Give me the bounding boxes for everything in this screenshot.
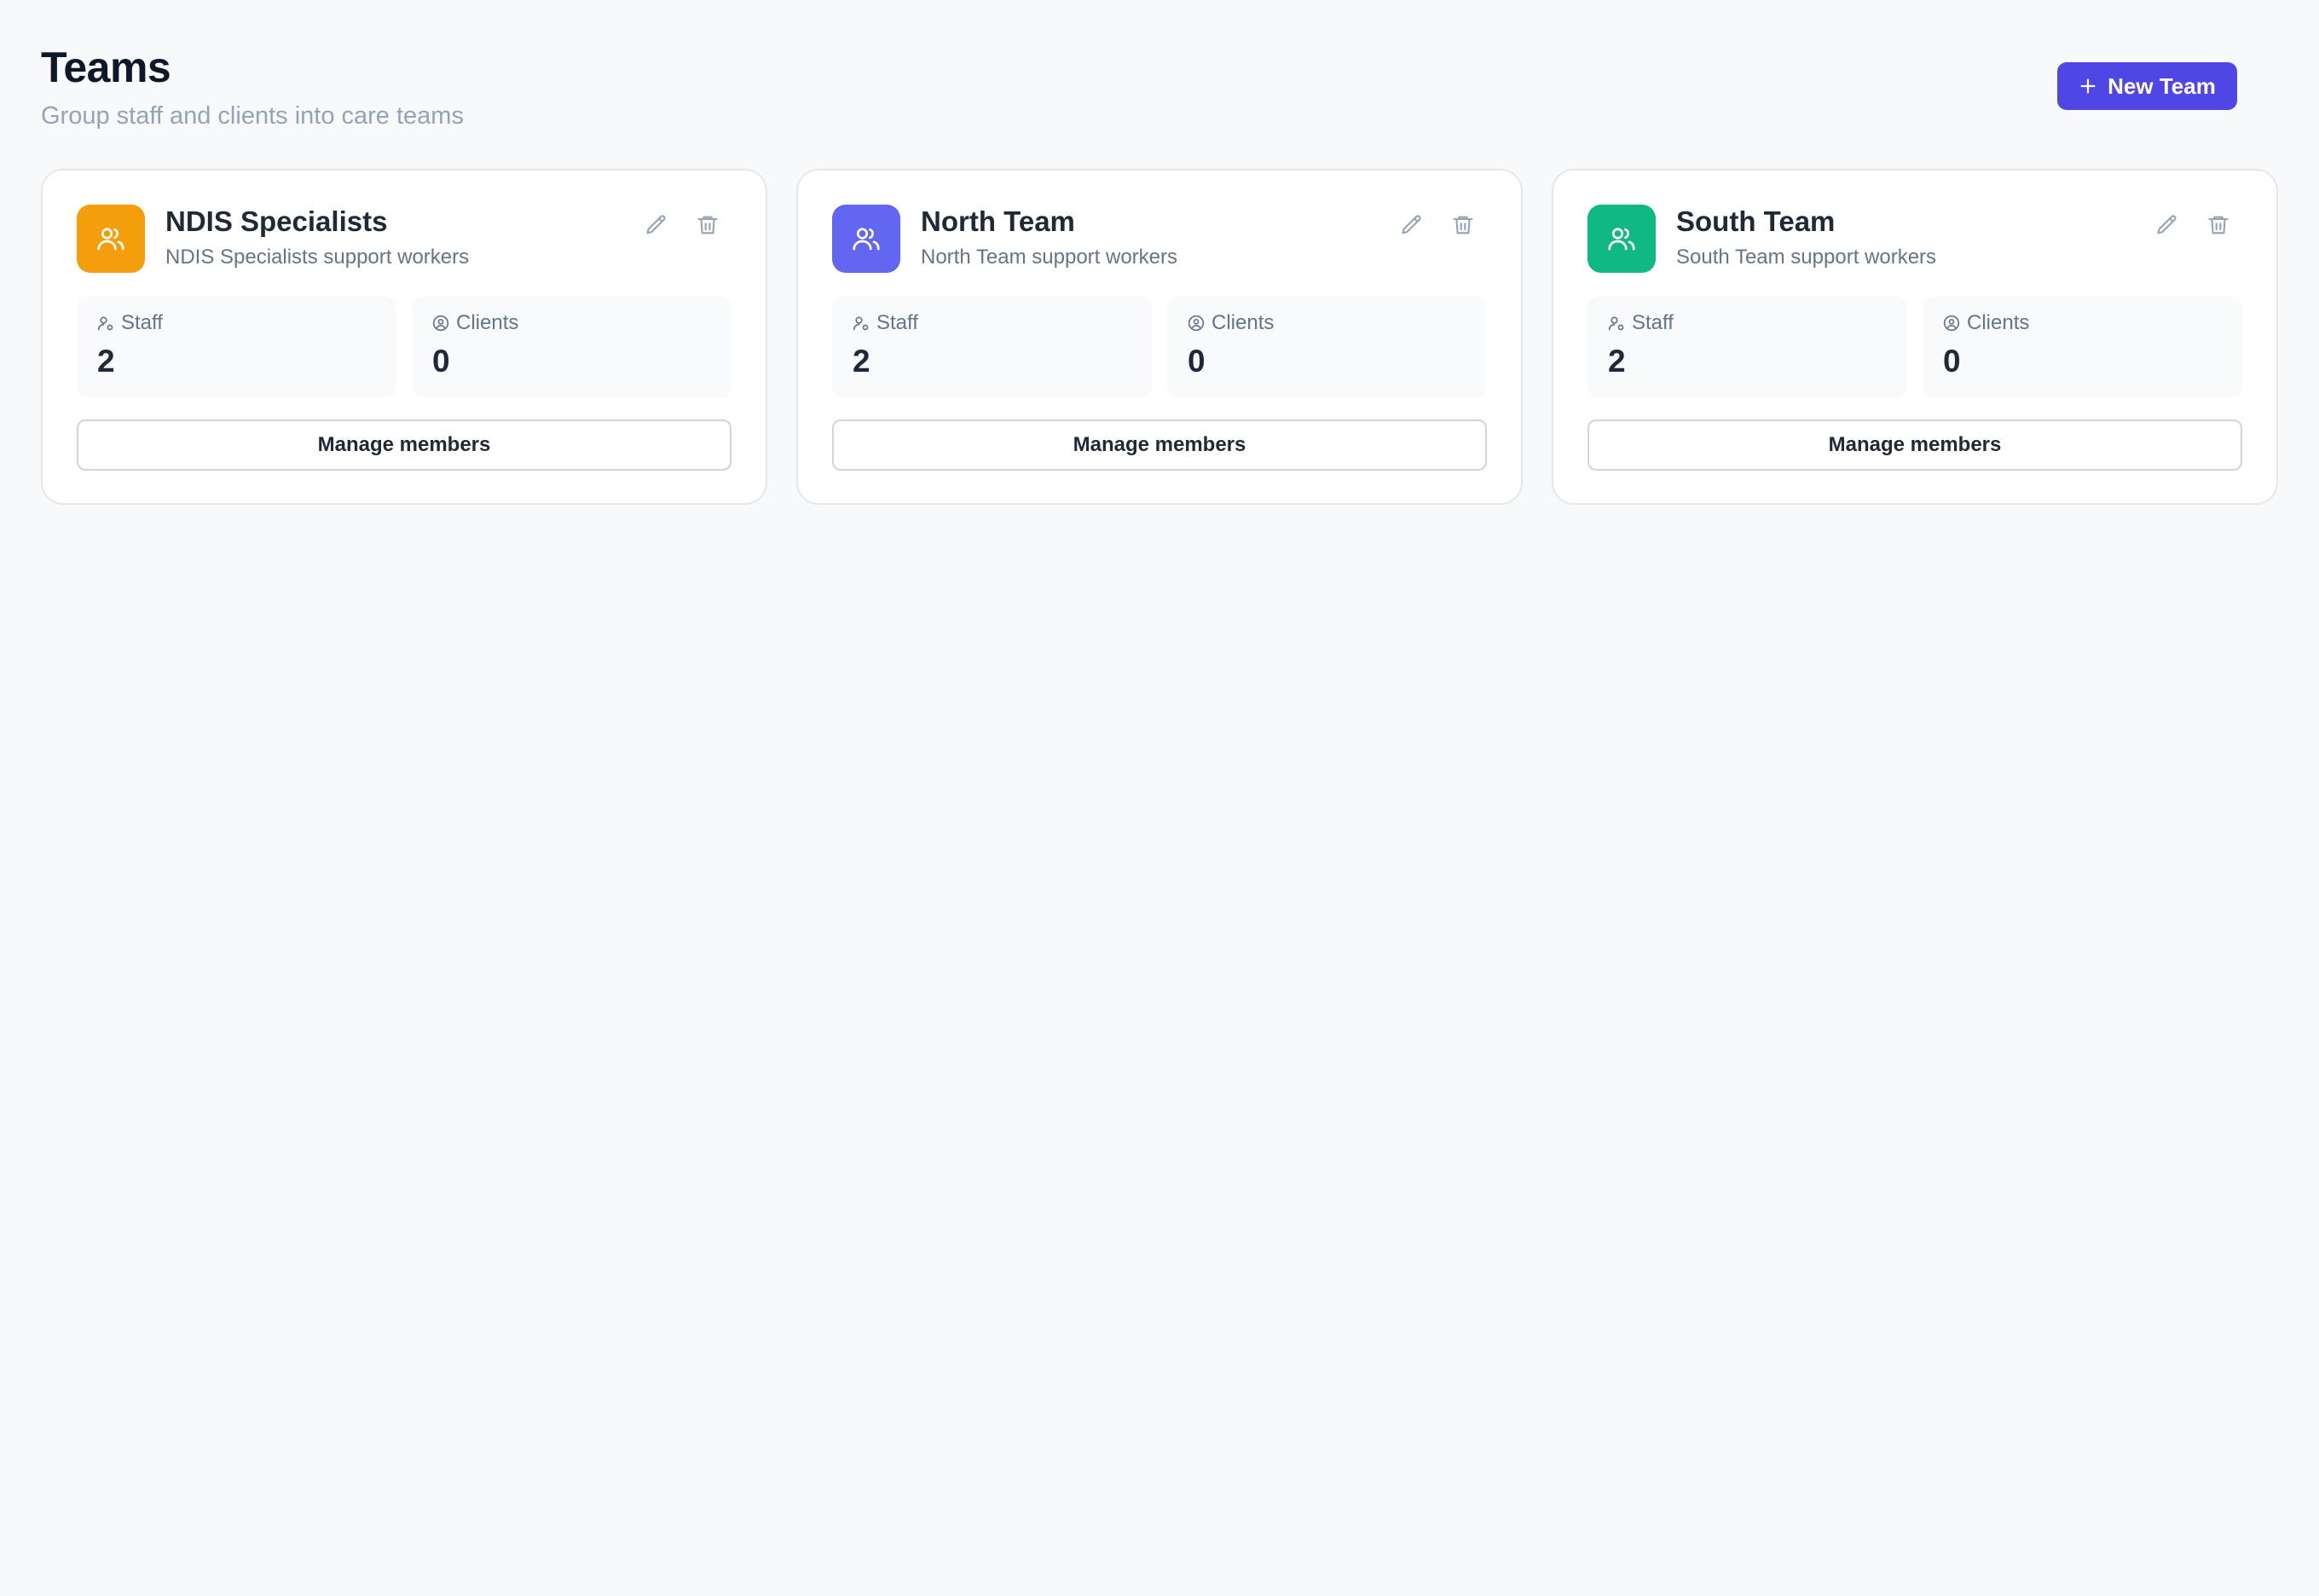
team-avatar bbox=[77, 205, 145, 273]
trash-icon bbox=[697, 216, 718, 234]
delete-team-button[interactable] bbox=[1449, 211, 1477, 239]
team-stats: Staff 2 Clients 0 bbox=[77, 297, 732, 397]
staff-count: 2 bbox=[1608, 344, 1626, 379]
clients-stat-label-row: Clients bbox=[1943, 310, 2222, 336]
staff-count: 2 bbox=[97, 344, 115, 379]
edit-team-button[interactable] bbox=[2154, 211, 2181, 239]
team-card: NDIS Specialists NDIS Specialists suppor… bbox=[41, 169, 767, 505]
clients-label: Clients bbox=[456, 311, 519, 334]
staff-stat-label-row: Staff bbox=[853, 310, 1131, 336]
new-team-label: New Team bbox=[2108, 72, 2216, 99]
clients-count: 0 bbox=[432, 344, 450, 379]
trash-icon bbox=[2208, 216, 2229, 234]
user-cog-icon bbox=[97, 316, 113, 331]
staff-stat: Staff 2 bbox=[1587, 297, 1907, 397]
clients-stat: Clients 0 bbox=[1167, 297, 1487, 397]
manage-members-button[interactable]: Manage members bbox=[832, 419, 1487, 471]
edit-team-button[interactable] bbox=[643, 211, 670, 239]
trash-icon bbox=[1453, 216, 1473, 234]
team-description: NDIS Specialists support workers bbox=[165, 246, 470, 269]
staff-label: Staff bbox=[121, 311, 163, 334]
team-avatar bbox=[1587, 205, 1656, 273]
team-card-actions bbox=[643, 211, 721, 239]
staff-stat-label-row: Staff bbox=[1608, 310, 1887, 336]
pencil-icon bbox=[1402, 215, 1421, 234]
page-header: Teams Group staff and clients into care … bbox=[41, 0, 2278, 169]
team-cards: NDIS Specialists NDIS Specialists suppor… bbox=[41, 169, 2278, 505]
team-card: South Team South Team support workers St… bbox=[1552, 169, 2278, 505]
circle-user-icon bbox=[432, 315, 449, 332]
team-stats: Staff 2 Clients 0 bbox=[1587, 297, 2242, 397]
team-avatar bbox=[832, 205, 900, 273]
team-stats: Staff 2 Clients 0 bbox=[832, 297, 1487, 397]
team-card-header: North Team North Team support workers bbox=[832, 205, 1487, 275]
pencil-icon bbox=[2157, 215, 2177, 234]
users-icon bbox=[853, 228, 880, 251]
team-name: South Team bbox=[1676, 205, 1836, 237]
team-card: North Team North Team support workers St… bbox=[796, 169, 1523, 505]
team-card-header: NDIS Specialists NDIS Specialists suppor… bbox=[77, 205, 732, 275]
teams-page: Teams Group staff and clients into care … bbox=[0, 0, 2319, 1596]
clients-stat: Clients 0 bbox=[1923, 297, 2242, 397]
user-cog-icon bbox=[1608, 316, 1624, 331]
page-title: Teams bbox=[41, 43, 171, 91]
team-name: NDIS Specialists bbox=[165, 205, 388, 237]
staff-label: Staff bbox=[1632, 311, 1674, 334]
staff-stat-label-row: Staff bbox=[97, 310, 376, 336]
staff-label: Staff bbox=[876, 311, 918, 334]
team-description: South Team support workers bbox=[1676, 246, 1937, 269]
new-team-button[interactable]: New Team bbox=[2057, 62, 2237, 110]
plus-icon bbox=[2080, 78, 2096, 94]
user-cog-icon bbox=[853, 316, 869, 331]
clients-stat: Clients 0 bbox=[412, 297, 732, 397]
team-info: South Team South Team support workers bbox=[1676, 205, 2154, 271]
team-card-header: South Team South Team support workers bbox=[1587, 205, 2242, 275]
delete-team-button[interactable] bbox=[694, 211, 721, 239]
page-subtitle: Group staff and clients into care teams bbox=[41, 102, 464, 130]
clients-count: 0 bbox=[1188, 344, 1206, 379]
manage-members-button[interactable]: Manage members bbox=[1587, 419, 2242, 471]
manage-members-button[interactable]: Manage members bbox=[77, 419, 732, 471]
staff-stat: Staff 2 bbox=[832, 297, 1152, 397]
staff-stat: Staff 2 bbox=[77, 297, 396, 397]
pencil-icon bbox=[646, 215, 666, 234]
edit-team-button[interactable] bbox=[1398, 211, 1426, 239]
team-card-actions bbox=[2154, 211, 2232, 239]
team-card-actions bbox=[1398, 211, 1477, 239]
delete-team-button[interactable] bbox=[2205, 211, 2232, 239]
team-name: North Team bbox=[921, 205, 1075, 237]
clients-stat-label-row: Clients bbox=[1188, 310, 1466, 336]
clients-label: Clients bbox=[1967, 311, 2030, 334]
staff-count: 2 bbox=[853, 344, 870, 379]
circle-user-icon bbox=[1943, 315, 1960, 332]
clients-stat-label-row: Clients bbox=[432, 310, 711, 336]
users-icon bbox=[1608, 228, 1635, 251]
clients-label: Clients bbox=[1212, 311, 1275, 334]
team-info: North Team North Team support workers bbox=[921, 205, 1398, 271]
circle-user-icon bbox=[1188, 315, 1205, 332]
clients-count: 0 bbox=[1943, 344, 1961, 379]
team-info: NDIS Specialists NDIS Specialists suppor… bbox=[165, 205, 643, 271]
users-icon bbox=[97, 228, 124, 251]
team-description: North Team support workers bbox=[921, 246, 1178, 269]
